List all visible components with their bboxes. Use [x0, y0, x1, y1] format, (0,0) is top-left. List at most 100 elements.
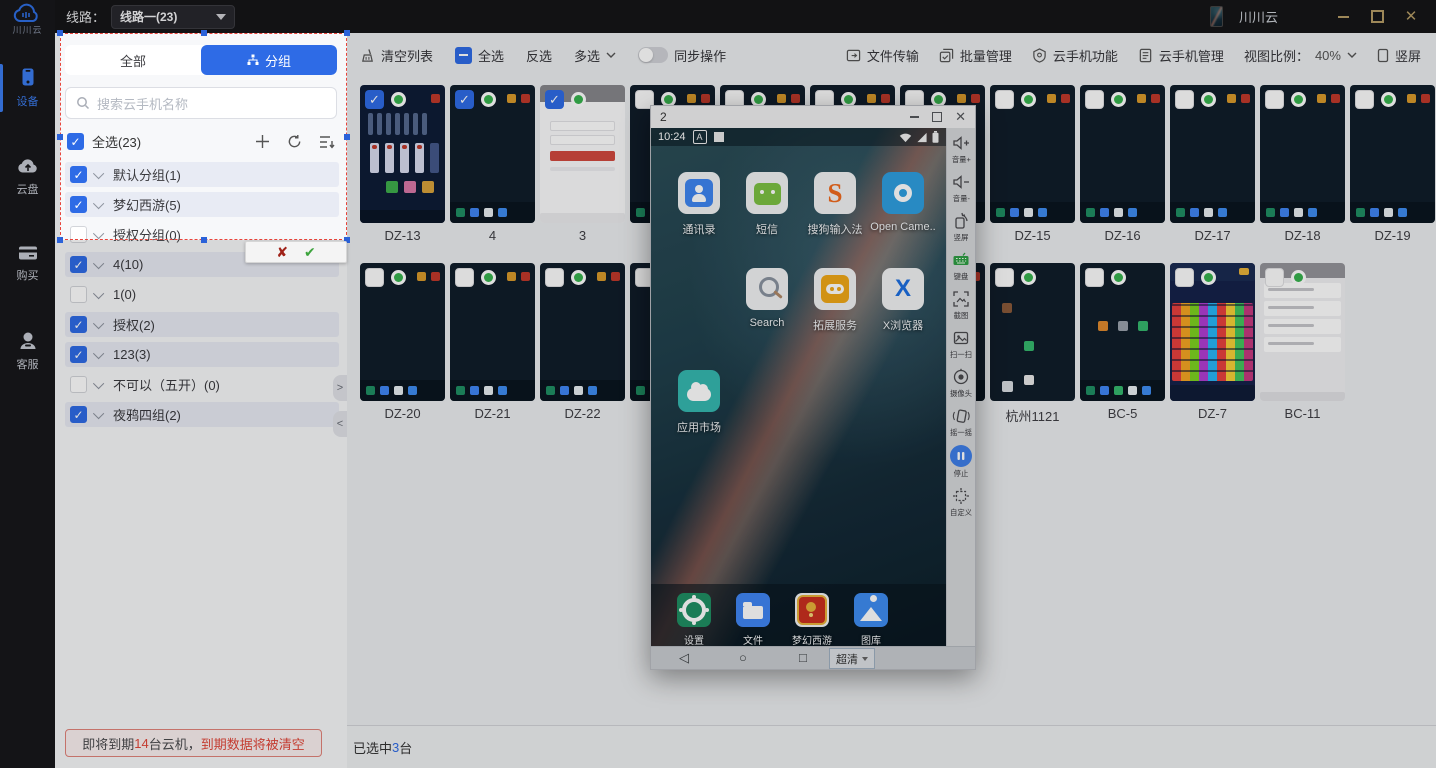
selection-handle[interactable] [201, 30, 207, 36]
sync-operation-toggle[interactable]: 同步操作 [638, 46, 726, 65]
group-row[interactable]: 不可以（五开）(0) [65, 372, 339, 397]
device-thumb[interactable] [990, 85, 1075, 223]
app-icon-sogou[interactable]: S搜狗输入法 [801, 172, 869, 237]
group-checkbox[interactable]: ✓ [70, 196, 87, 213]
app-icon-search[interactable]: Search [733, 268, 801, 329]
app-icon-gamepad[interactable]: 拓展服务 [801, 268, 869, 333]
device-checkbox[interactable] [365, 268, 384, 287]
selection-handle[interactable] [57, 134, 63, 140]
device-thumb[interactable] [1260, 85, 1345, 223]
tab-all[interactable]: 全部 [65, 45, 201, 75]
group-row[interactable]: ✓夜鸦四组(2) [65, 402, 339, 427]
device-thumb[interactable] [990, 263, 1075, 401]
app-icon-camera[interactable]: Open Came.. [869, 172, 937, 233]
device-thumb[interactable] [1260, 263, 1345, 401]
phone-tool-scan[interactable]: 扫一扫 [949, 328, 973, 360]
phone-minimize-icon[interactable] [910, 116, 919, 118]
back-button[interactable]: ◁ [679, 648, 689, 668]
device-thumb[interactable] [1170, 85, 1255, 223]
group-checkbox[interactable] [70, 286, 87, 303]
device-checkbox[interactable] [1265, 90, 1284, 109]
group-checkbox[interactable] [70, 226, 87, 243]
chevron-down-icon[interactable] [93, 197, 104, 208]
app-icon-xbrowser[interactable]: XX浏览器 [869, 268, 937, 333]
refresh-icon[interactable] [287, 134, 302, 149]
selection-handle[interactable] [201, 237, 207, 243]
device-thumb[interactable] [1170, 263, 1255, 401]
group-row[interactable]: ✓123(3) [65, 342, 339, 367]
group-row[interactable]: ✓梦幻西游(5) [65, 192, 339, 217]
chevron-down-icon[interactable] [93, 287, 104, 298]
group-checkbox[interactable]: ✓ [70, 256, 87, 273]
chevron-down-icon[interactable] [93, 407, 104, 418]
selection-handle[interactable] [344, 30, 350, 36]
group-checkbox[interactable]: ✓ [70, 166, 87, 183]
phone-tool-stop[interactable]: 停止 [950, 445, 972, 479]
device-thumb[interactable] [450, 263, 535, 401]
group-row[interactable]: ✓默认分组(1) [65, 162, 339, 187]
device-thumb[interactable] [1080, 263, 1165, 401]
line-select-dropdown[interactable]: 线路一(23) [111, 5, 235, 29]
device-checkbox[interactable] [1085, 90, 1104, 109]
device-thumb[interactable]: ✓ [540, 85, 625, 223]
cloud-phone-functions-button[interactable]: 云手机功能 [1032, 46, 1118, 65]
phone-tool-keyboard[interactable]: 键盘 [951, 250, 971, 282]
minimize-button[interactable] [1334, 8, 1352, 26]
sort-icon[interactable] [319, 135, 335, 149]
view-scale-control[interactable]: 视图比例： 40% [1244, 46, 1357, 65]
capture-cancel-icon[interactable]: ✘ [276, 245, 288, 259]
capture-confirm-icon[interactable]: ✔ [304, 245, 316, 259]
chevron-down-icon[interactable] [93, 317, 104, 328]
group-checkbox[interactable] [70, 376, 87, 393]
device-checkbox[interactable] [545, 268, 564, 287]
chevron-down-icon[interactable] [93, 377, 104, 388]
dock-app-mhxy[interactable]: 梦幻西游 [787, 593, 837, 646]
portrait-mode-button[interactable]: 竖屏 [1377, 46, 1421, 65]
device-checkbox[interactable]: ✓ [455, 90, 474, 109]
phone-maximize-icon[interactable] [932, 112, 942, 122]
dock-app-gallery[interactable]: 图库 [846, 593, 896, 646]
plus-icon[interactable] [255, 134, 270, 149]
invert-selection-button[interactable]: 反选 [526, 46, 552, 65]
batch-manage-button[interactable]: 批量管理 [939, 46, 1012, 65]
group-row[interactable]: 1(0) [65, 282, 339, 307]
expiry-warning[interactable]: 即将到期14台云机，到期数据将被清空 [65, 729, 322, 757]
toolbar-select-all[interactable]: 全选 [455, 46, 504, 65]
device-checkbox[interactable] [1085, 268, 1104, 287]
selection-handle[interactable] [57, 237, 63, 243]
file-transfer-button[interactable]: 文件传输 [846, 46, 919, 65]
device-checkbox[interactable]: ✓ [365, 90, 384, 109]
device-checkbox[interactable] [995, 90, 1014, 109]
device-thumb[interactable]: ✓ [450, 85, 535, 223]
phone-tool-camera-tool[interactable]: 摄像头 [949, 367, 973, 399]
phone-window-titlebar[interactable]: 2 ✕ [651, 106, 975, 128]
chevron-down-icon[interactable] [93, 347, 104, 358]
panel-collapse-handle[interactable]: < [333, 411, 347, 437]
device-thumb[interactable] [1080, 85, 1165, 223]
sidebar-item-客服[interactable]: 客服 [0, 322, 55, 381]
multi-select-button[interactable]: 多选 [574, 46, 616, 65]
panel-expand-handle[interactable]: > [333, 375, 347, 401]
toggle-off-icon[interactable] [638, 47, 668, 63]
group-checkbox[interactable]: ✓ [70, 316, 87, 333]
device-checkbox[interactable] [1175, 268, 1194, 287]
phone-tool-rotate[interactable]: 竖屏 [951, 211, 971, 243]
device-thumb[interactable]: ✓ [360, 85, 445, 223]
device-thumb[interactable] [360, 263, 445, 401]
device-checkbox[interactable] [455, 268, 474, 287]
chevron-down-icon[interactable] [93, 257, 104, 268]
dock-app-files[interactable]: 文件 [728, 593, 778, 646]
group-checkbox[interactable]: ✓ [70, 406, 87, 423]
selection-handle[interactable] [57, 30, 63, 36]
group-row[interactable]: ✓授权(2) [65, 312, 339, 337]
phone-screen[interactable]: 10:24 A 设置文件梦幻西游图库 通讯录短信S搜狗输入法Open Came.… [651, 128, 946, 646]
device-checkbox[interactable]: ✓ [545, 90, 564, 109]
device-checkbox[interactable] [1265, 268, 1284, 287]
search-input[interactable]: 搜索云手机名称 [65, 87, 337, 119]
sidebar-item-购买[interactable]: 购买 [0, 236, 55, 292]
phone-tool-volume-plus[interactable]: 音量+ [951, 133, 972, 165]
phone-tool-volume-minus[interactable]: 音量- [951, 172, 971, 204]
quality-dropdown[interactable]: 超清 [829, 648, 875, 669]
tab-groups[interactable]: 分组 [201, 45, 337, 75]
select-all-checkbox[interactable]: ✓ [67, 133, 84, 150]
